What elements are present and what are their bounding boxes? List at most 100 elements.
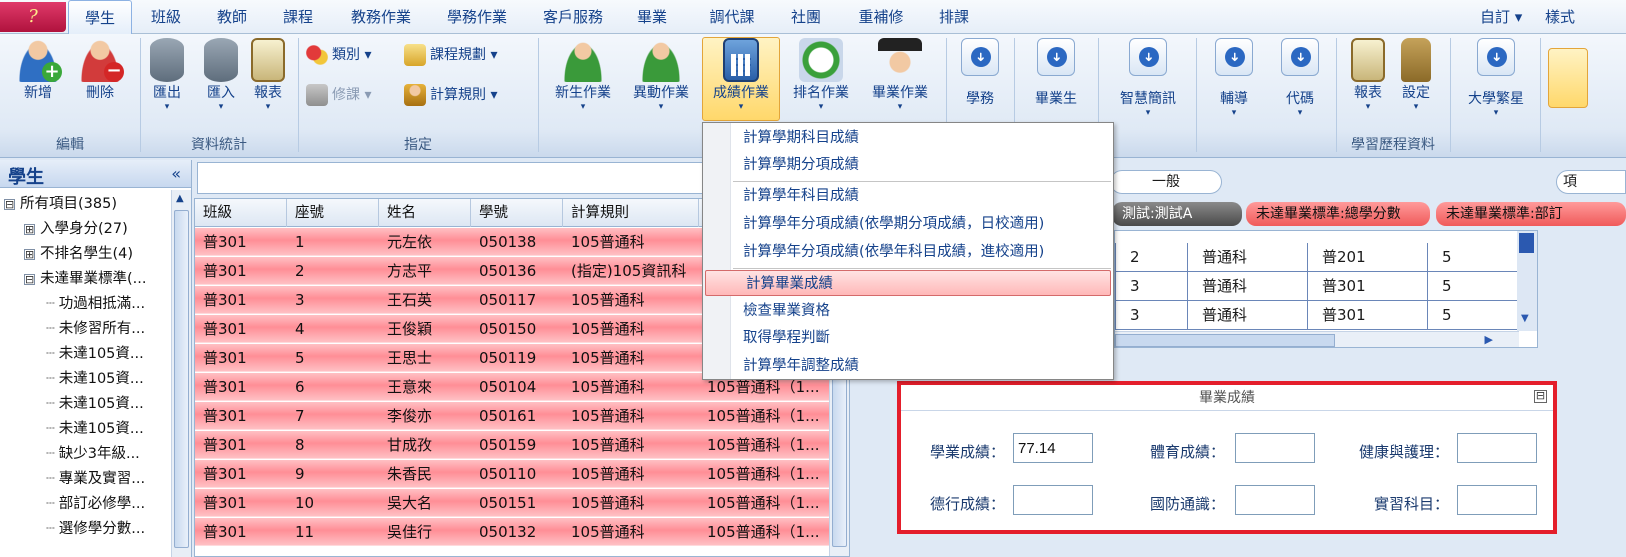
practice-score-field[interactable] — [1457, 485, 1537, 515]
smart-sms-button[interactable]: 智慧簡訊 ▾ — [1110, 38, 1186, 126]
academic-score-field[interactable] — [1013, 433, 1093, 463]
tree-leaf[interactable]: ┄ 部訂必修學... — [46, 492, 145, 517]
minimize-icon[interactable]: ⊟ — [1534, 390, 1547, 403]
column-header-seat[interactable]: 座號 — [287, 199, 379, 227]
style-menu[interactable]: 樣式 — [1545, 0, 1575, 34]
table-row[interactable]: 3 普通科 普301 5 — [1115, 301, 1519, 330]
sub-grid-scrollbar[interactable]: ▼ — [1517, 231, 1537, 331]
tree-leaf[interactable]: ┄ 功過相抵滿... — [46, 292, 145, 317]
delete-student-button[interactable]: 刪除 — [70, 38, 130, 126]
export-button[interactable]: 匯出 ▾ — [140, 38, 194, 126]
report-button[interactable]: 報表 ▾ — [242, 38, 294, 126]
filter-tab-test[interactable]: 測試:測試A — [1112, 202, 1242, 226]
menu-item-calc-year-category-day[interactable]: 計算學年分項成績(依學期分項成績，日校適用) — [703, 211, 1113, 237]
tree-leaf[interactable]: ┄ 未達105資... — [46, 392, 144, 417]
column-header-class[interactable]: 班級 — [195, 199, 287, 227]
conduct-score-field[interactable] — [1013, 485, 1093, 515]
tree-leaf[interactable]: ┄ 專業及實習... — [46, 467, 145, 492]
college-star-button[interactable]: 大學繁星 ▾ — [1456, 38, 1536, 126]
menu-item-check-graduation[interactable]: 檢查畢業資格 — [703, 298, 1113, 324]
overflow-ribbon-button[interactable] — [1548, 48, 1588, 108]
menu-item-calc-graduation[interactable]: 計算畢業成績 — [705, 270, 1111, 296]
table-row[interactable]: 2 普通科 普201 5 — [1115, 243, 1519, 272]
tree-scrollbar[interactable]: ▲ — [171, 190, 191, 557]
scroll-down-icon[interactable]: ▼ — [1521, 313, 1529, 324]
student-affairs-button[interactable]: 學務 — [950, 38, 1010, 126]
column-header-student-id[interactable]: 學號 — [471, 199, 563, 227]
tab-customer-service[interactable]: 客戶服務 — [528, 0, 618, 34]
tree-node-unranked[interactable]: ⊞ 不排名學生(4) — [24, 242, 133, 267]
repeat-course-dropdown[interactable]: 修課 ▾ — [306, 82, 371, 108]
course-plan-dropdown[interactable]: 課程規劃 ▾ — [404, 42, 497, 68]
filter-tab-required[interactable]: 未達畢業標準:部訂 — [1436, 202, 1626, 226]
tab-club[interactable]: 社團 — [776, 0, 836, 34]
table-row[interactable]: 3 普通科 普301 5 — [1115, 272, 1519, 301]
category-dropdown[interactable]: 類別 ▾ — [306, 42, 371, 68]
scroll-up-icon[interactable]: ▲ — [176, 193, 184, 204]
learning-settings-button[interactable]: 設定 ▾ — [1388, 38, 1444, 126]
defense-score-field[interactable] — [1235, 485, 1315, 515]
add-student-button[interactable]: 新增 — [8, 38, 68, 126]
tab-course[interactable]: 課程 — [272, 0, 324, 34]
expand-node-icon[interactable]: ⊞ — [24, 223, 35, 235]
pe-score-field[interactable] — [1235, 433, 1315, 463]
calc-rules-dropdown[interactable]: 計算規則 ▾ — [404, 82, 497, 108]
tab-general[interactable]: 一般 — [1110, 170, 1222, 194]
scroll-thumb[interactable] — [1519, 233, 1534, 253]
tree-leaf[interactable]: ┄ 未達105資... — [46, 367, 144, 392]
tab-academic-affairs[interactable]: 教務作業 — [336, 0, 426, 34]
tree-leaf[interactable]: ┄ 未修習所有... — [46, 317, 145, 342]
score-job-button[interactable]: 成績作業 ▾ — [702, 37, 780, 121]
tab-graduation[interactable]: 畢業 — [624, 0, 680, 34]
column-header-name[interactable]: 姓名 — [379, 199, 471, 227]
tab-student-affairs[interactable]: 學務作業 — [432, 0, 522, 34]
new-student-job-button[interactable]: 新生作業 ▾ — [548, 38, 618, 126]
tree-leaf[interactable]: ┄ 缺少3年級... — [46, 442, 140, 467]
table-row[interactable]: 普301 11 吳佳行 050132 105普通科 105普通科（1... — [195, 518, 831, 546]
menu-item-program-judgment[interactable]: 取得學程判斷 — [703, 325, 1113, 351]
menu-item-calc-semester-category[interactable]: 計算學期分項成績 — [703, 152, 1113, 178]
menu-item-calc-year-subject[interactable]: 計算學年科目成績 — [703, 183, 1113, 209]
collapse-icon[interactable]: « — [171, 164, 181, 183]
tab-teacher[interactable]: 教師 — [206, 0, 258, 34]
tab-scheduling[interactable]: 排課 — [928, 0, 980, 34]
tab-retake[interactable]: 重補修 — [846, 0, 916, 34]
tab-student[interactable]: 學生 — [68, 0, 132, 35]
graduation-job-button[interactable]: 畢業作業 ▾ — [864, 38, 936, 126]
code-button[interactable]: 代碼 ▾ — [1270, 38, 1330, 126]
collapse-node-icon[interactable]: ⊟ — [4, 198, 15, 210]
tab-substitute[interactable]: 調代課 — [694, 0, 770, 34]
sub-grid-hscrollbar[interactable]: ▶ — [1115, 331, 1519, 347]
tree-node-all[interactable]: ⊟ 所有項目(385) — [4, 192, 117, 217]
menu-item-calc-year-category-night[interactable]: 計算學年分項成績(依學年科目成績，進校適用) — [703, 239, 1113, 265]
customize-menu[interactable]: 自訂 ▾ — [1480, 0, 1522, 34]
change-job-button[interactable]: 異動作業 ▾ — [626, 38, 696, 126]
column-header-calc-rule[interactable]: 計算規則 — [563, 199, 699, 227]
tree-node-admission[interactable]: ⊞ 入學身分(27) — [24, 217, 128, 242]
filter-tab-total-credits[interactable]: 未達畢業標準:總學分數 — [1246, 202, 1430, 226]
app-menu-button[interactable]: ? — [0, 2, 66, 32]
tab-item-cut[interactable]: 項 — [1556, 170, 1626, 194]
menu-item-calc-year-adjust[interactable]: 計算學年調整成績 — [703, 353, 1113, 379]
tab-class[interactable]: 班級 — [140, 0, 192, 34]
menu-item-calc-semester-subject[interactable]: 計算學期科目成績 — [703, 125, 1113, 151]
scroll-thumb[interactable] — [1115, 334, 1335, 347]
health-score-field[interactable] — [1457, 433, 1537, 463]
tree-leaf[interactable]: ┄ 未達105資... — [46, 417, 144, 442]
table-row[interactable]: 普301 7 李俊亦 050161 105普通科 105普通科（1... — [195, 402, 831, 430]
tree-node-not-graduated[interactable]: ⊟ 未達畢業標準(... — [24, 267, 146, 292]
collapse-node-icon[interactable]: ⊟ — [24, 273, 35, 285]
table-row[interactable]: 普301 10 吳大名 050151 105普通科 105普通科（1... — [195, 489, 831, 517]
table-cell: 普201 — [1307, 243, 1427, 272]
tree-leaf[interactable]: ┄ 未達105資... — [46, 342, 144, 367]
graduates-button[interactable]: 畢業生 — [1022, 38, 1090, 126]
table-row[interactable]: 普301 8 甘成孜 050159 105普通科 105普通科（1... — [195, 431, 831, 459]
table-row[interactable]: 普301 9 朱香民 050110 105普通科 105普通科（1... — [195, 460, 831, 488]
counseling-button[interactable]: 輔導 ▾ — [1204, 38, 1264, 126]
ranking-job-button[interactable]: 排名作業 ▾ — [786, 38, 856, 126]
scroll-thumb[interactable] — [174, 210, 189, 548]
expand-node-icon[interactable]: ⊞ — [24, 248, 35, 260]
import-button[interactable]: 匯入 ▾ — [196, 38, 246, 126]
tree-leaf[interactable]: ┄ 選修學分數... — [46, 517, 145, 542]
scroll-right-icon[interactable]: ▶ — [1485, 333, 1493, 346]
